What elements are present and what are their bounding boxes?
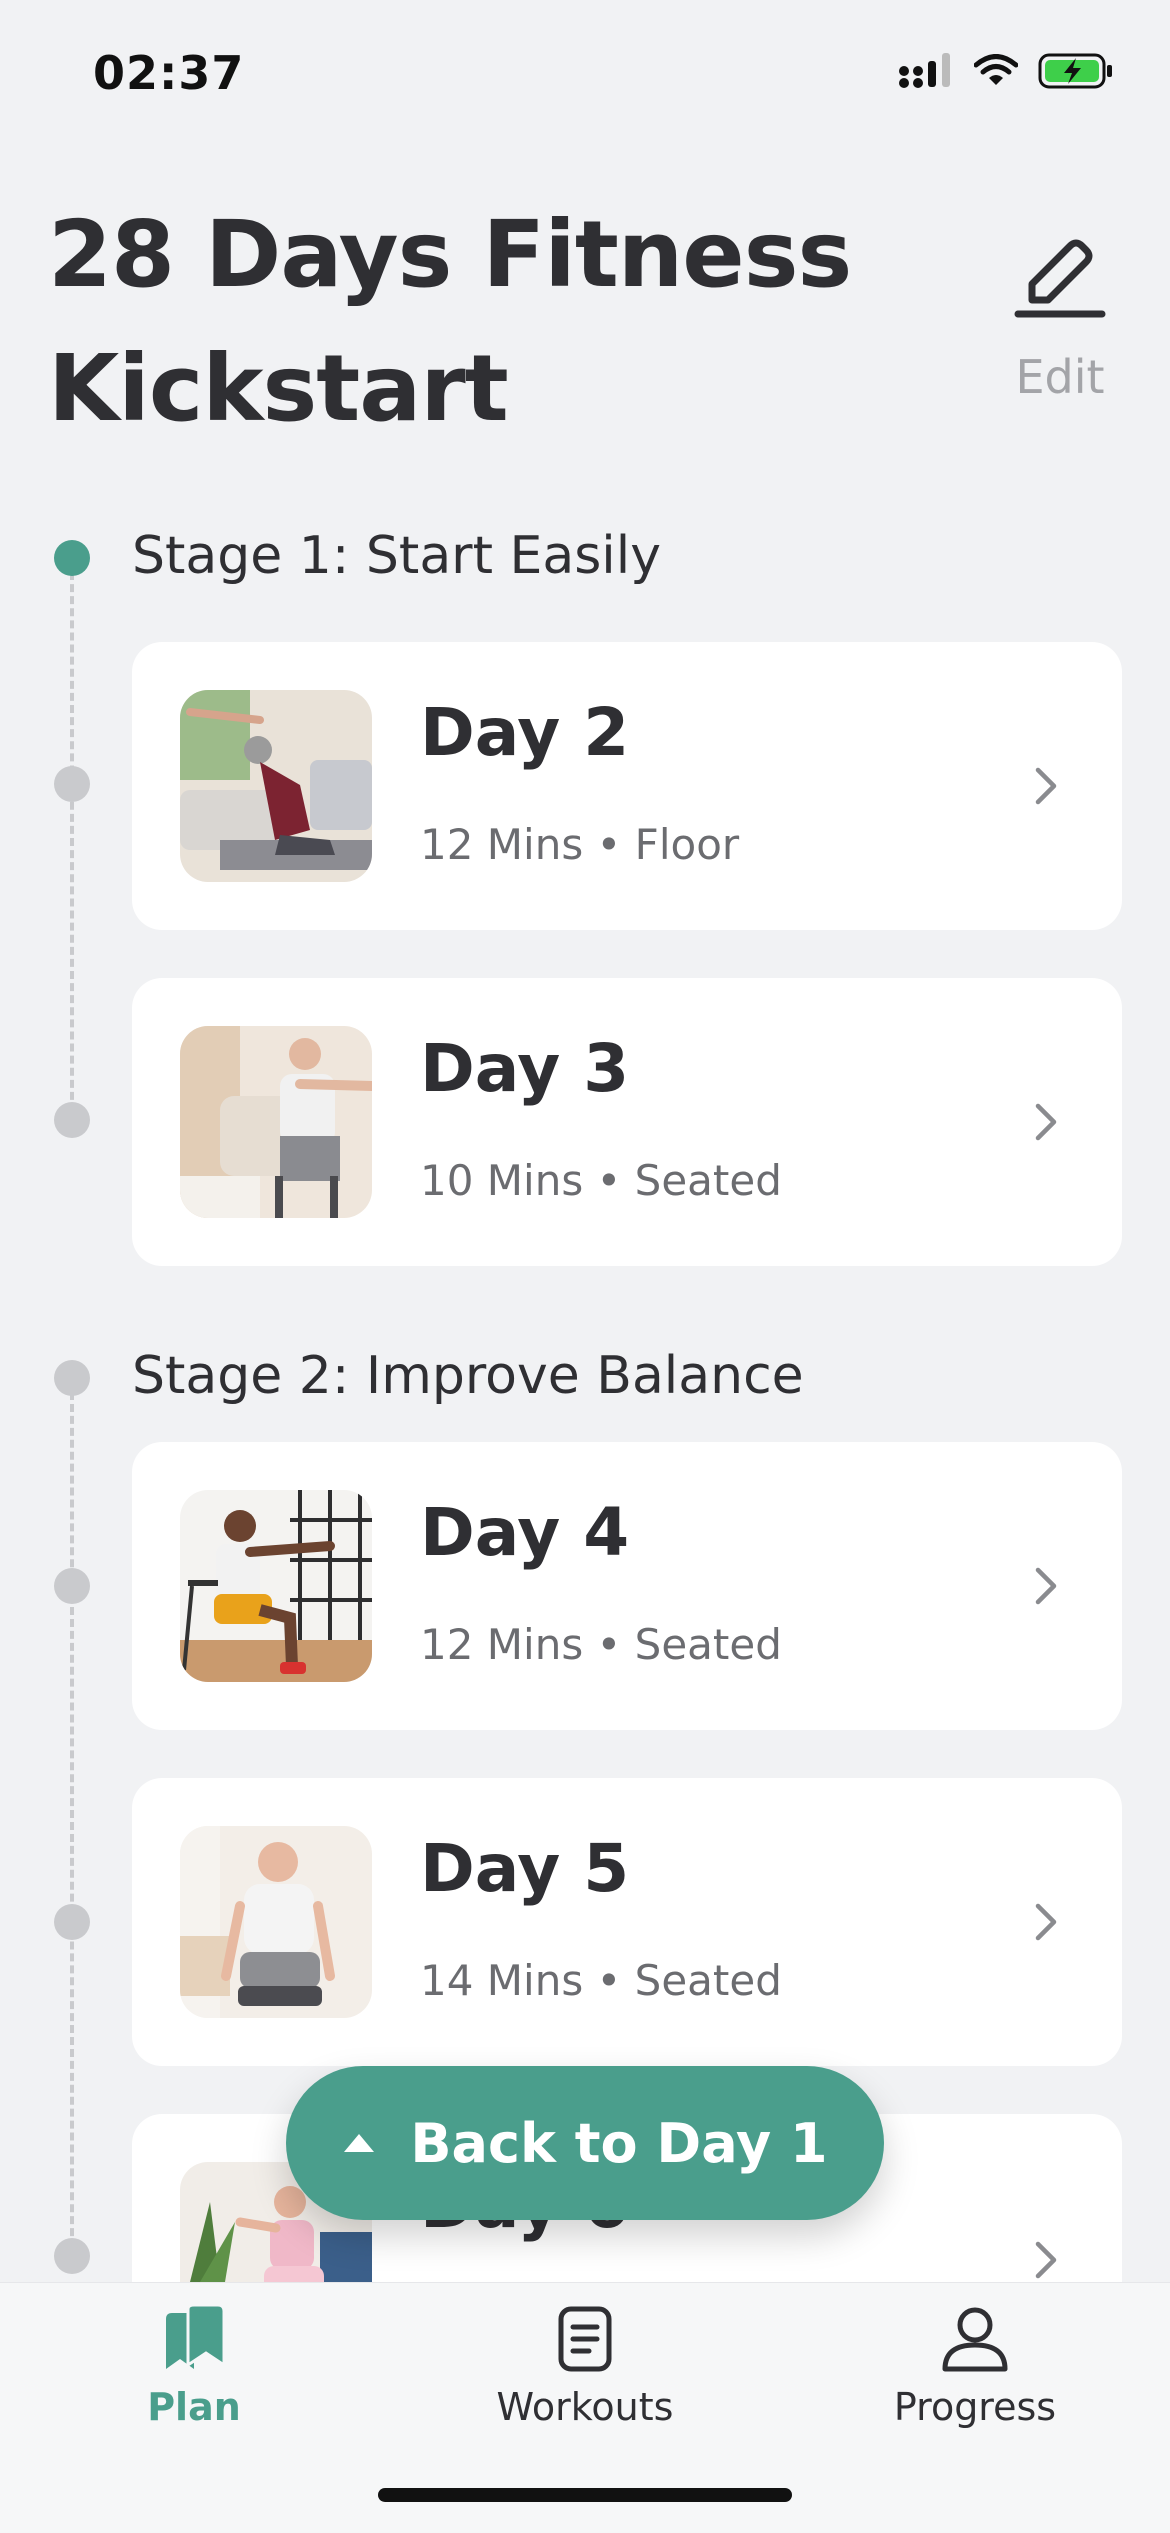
timeline-dot [54,1904,90,1940]
timeline-dot [54,766,90,802]
stage-title: Stage 1: Start Easily [132,526,661,586]
day-card-4[interactable]: Day 4 12 Mins • Seated [132,1442,1122,1730]
workout-thumbnail [180,690,372,882]
stage-title: Stage 2: Improve Balance [132,1346,804,1406]
chevron-right-icon [1035,1103,1057,1141]
chevron-right-icon [1035,2241,1057,2279]
timeline-dot [54,1568,90,1604]
document-icon [558,2306,612,2372]
workout-thumbnail [180,1026,372,1218]
day-subtitle: 12 Mins • Seated [420,1620,782,1669]
tab-label: Plan [147,2385,241,2429]
page-title-line-2: Kickstart [48,335,509,442]
chevron-right-icon [1035,1567,1057,1605]
status-time: 02:37 [93,46,245,100]
timeline-dot [54,1102,90,1138]
status-bar: 02:37 [0,0,1170,140]
timeline-dot-active [54,540,90,576]
day-title: Day 4 [420,1494,630,1571]
back-to-day-button[interactable]: Back to Day 1 [286,2066,884,2220]
day-title: Day 5 [420,1830,630,1907]
workout-thumbnail [180,1490,372,1682]
edit-label: Edit [1015,350,1105,404]
cellular-signal-icon [899,53,950,88]
timeline-dot [54,2238,90,2274]
tab-progress[interactable]: Progress [845,2303,1105,2429]
tab-label: Progress [893,2385,1057,2429]
timeline-dot [54,1360,90,1396]
timeline-connector [70,1392,74,2260]
day-title: Day 3 [420,1030,630,1107]
tab-plan[interactable]: Plan [64,2303,324,2429]
caret-up-icon [344,2134,375,2152]
edit-button[interactable]: Edit [1000,230,1120,410]
chevron-right-icon [1035,1903,1057,1941]
person-icon [942,2307,1008,2372]
day-subtitle: 10 Mins • Seated [420,1156,782,1205]
status-icons [898,52,1114,90]
page-title: 28 Days Fitness Kickstart [48,188,948,456]
wifi-icon [974,54,1018,85]
pencil-icon [1014,239,1106,318]
battery-charging-icon [1038,53,1112,89]
back-to-day-label: Back to Day 1 [410,2111,828,2175]
day-subtitle: 14 Mins • Seated [420,1956,782,2005]
tab-workouts[interactable]: Workouts [455,2303,715,2429]
day-card-3[interactable]: Day 3 10 Mins • Seated [132,978,1122,1266]
day-subtitle: 12 Mins • Floor [420,820,740,869]
tab-label: Workouts [496,2385,674,2429]
day-card-2[interactable]: Day 2 12 Mins • Floor [132,642,1122,930]
day-title: Day 2 [420,694,630,771]
day-card-5[interactable]: Day 5 14 Mins • Seated [132,1778,1122,2066]
page-title-line-1: 28 Days Fitness [48,201,852,308]
bookmarks-icon [166,2303,226,2369]
chevron-right-icon [1035,767,1057,805]
timeline-connector [70,572,74,1112]
home-indicator [378,2488,792,2502]
workout-thumbnail [180,1826,372,2018]
